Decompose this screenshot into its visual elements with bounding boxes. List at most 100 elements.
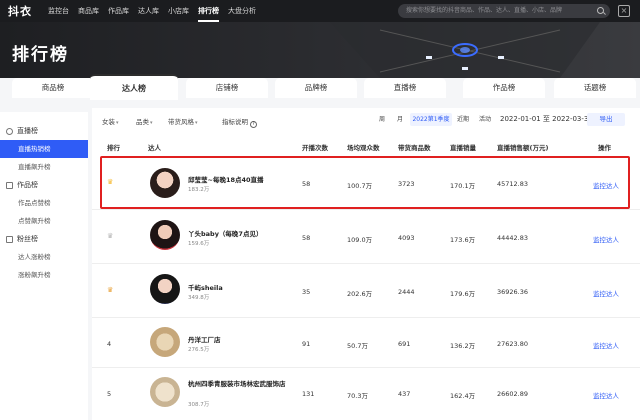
- rank-number: 5: [107, 390, 112, 398]
- sidebar-item-live-rising[interactable]: 直播飙升榜: [0, 158, 88, 176]
- products-cell: 437: [398, 390, 411, 398]
- sales-cell: 179.6万: [450, 290, 476, 298]
- sidebar-group-fans[interactable]: 粉丝榜: [0, 230, 88, 248]
- main-panel: 女装▾ 品类▾ 带货风格▾ 指标说明? 周 月 2022第1季度 近期 活动 2…: [92, 108, 640, 420]
- products-cell: 691: [398, 340, 411, 348]
- date-range[interactable]: 2022-01-01 至 2022-03-31: [500, 113, 593, 126]
- tab-brands[interactable]: 品牌榜: [275, 78, 357, 98]
- top-bar: 抖衣 监控台 商品库 作品库 达人库 小店库 排行榜 大盘分析 搜索你想要找的抖…: [0, 0, 640, 22]
- avatar[interactable]: [150, 327, 180, 357]
- nav-item-rankings[interactable]: 排行榜: [198, 0, 219, 22]
- hero-banner: 排行榜: [0, 22, 640, 78]
- search-icon[interactable]: [597, 7, 604, 14]
- style-value: 带货风格: [168, 118, 194, 126]
- streams-cell: 58: [302, 234, 311, 242]
- tab-topics[interactable]: 话题榜: [554, 78, 636, 98]
- main-nav: 监控台 商品库 作品库 达人库 小店库 排行榜 大盘分析: [48, 0, 265, 22]
- avatar[interactable]: [150, 220, 180, 250]
- revenue-cell: 44442.83: [497, 234, 529, 242]
- avg-viewers-cell: 50.7万: [347, 342, 368, 350]
- avatar[interactable]: [150, 274, 180, 304]
- nav-item-monitor[interactable]: 监控台: [48, 0, 69, 22]
- period-activity[interactable]: 活动: [476, 113, 494, 126]
- tab-influencers[interactable]: 达人榜: [90, 74, 178, 100]
- nav-item-market[interactable]: 大盘分析: [228, 0, 256, 22]
- app-logo[interactable]: 抖衣: [8, 3, 48, 19]
- category-select[interactable]: 女装▾: [102, 116, 119, 126]
- nav-item-shops[interactable]: 小店库: [168, 0, 189, 22]
- sidebar-item-live-hot-sales[interactable]: 直播热销榜: [0, 140, 88, 158]
- header-revenue: 直播销售额(万元): [497, 144, 549, 152]
- user-icon: [6, 235, 13, 243]
- tab-live[interactable]: 直播榜: [364, 78, 446, 98]
- header-influencer: 达人: [148, 144, 161, 152]
- revenue-cell: 26602.89: [497, 390, 529, 398]
- chevron-down-icon: ▾: [150, 120, 153, 126]
- subcategory-value: 品类: [136, 118, 149, 126]
- highlight-box: [100, 156, 630, 209]
- bronze-crown-icon: ♛: [107, 286, 114, 294]
- subcategory-select[interactable]: 品类▾: [136, 116, 153, 126]
- nav-item-products[interactable]: 商品库: [78, 0, 99, 22]
- header-action: 操作: [598, 144, 611, 152]
- monitor-button[interactable]: 监控达人: [593, 234, 619, 244]
- period-month[interactable]: 月: [393, 113, 407, 126]
- tab-shops[interactable]: 店铺榜: [186, 78, 268, 98]
- sales-cell: 162.4万: [450, 392, 476, 400]
- monitor-button[interactable]: 监控达人: [593, 288, 619, 298]
- sales-cell: 173.6万: [450, 236, 476, 244]
- hero-decoration-icon: [330, 22, 600, 78]
- period-recent[interactable]: 近期: [454, 113, 472, 126]
- fans-count: 159.6万: [188, 241, 210, 247]
- video-icon: [6, 181, 13, 189]
- avatar[interactable]: [150, 377, 180, 407]
- sidebar-item-fans-rising[interactable]: 涨粉飙升榜: [0, 266, 88, 284]
- influencer-name[interactable]: 丫头baby（每晚7点见）: [188, 228, 262, 238]
- sidebar: 直播榜 直播热销榜 直播飙升榜 作品榜 作品点赞榜 点赞飙升榜 粉丝榜 达人涨粉…: [0, 112, 88, 420]
- monitor-button[interactable]: 监控达人: [593, 390, 619, 400]
- streams-cell: 131: [302, 390, 315, 398]
- revenue-cell: 27623.80: [497, 340, 529, 348]
- nav-item-influencers[interactable]: 达人库: [138, 0, 159, 22]
- nav-item-works[interactable]: 作品库: [108, 0, 129, 22]
- sidebar-item-fans-growth[interactable]: 达人涨粉榜: [0, 248, 88, 266]
- avg-viewers-cell: 109.0万: [347, 236, 373, 244]
- sidebar-item-works-likes[interactable]: 作品点赞榜: [0, 194, 88, 212]
- period-quarter[interactable]: 2022第1季度: [410, 113, 452, 126]
- search-input[interactable]: 搜索你想要找的抖音商品、作品、达人、直播、小店、品牌: [398, 4, 610, 18]
- period-week[interactable]: 周: [375, 113, 389, 126]
- sidebar-group-label: 直播榜: [17, 127, 38, 135]
- ranking-tabs: 商品榜 达人榜 店铺榜 品牌榜 直播榜 作品榜 话题榜: [0, 74, 640, 100]
- header-avg-viewers: 场均观众数: [347, 144, 380, 152]
- fans-count: 308.7万: [188, 402, 210, 408]
- style-select[interactable]: 带货风格▾: [168, 116, 198, 126]
- table-header: 排行 达人 开播次数 场均观众数 带货商品数 直播销量 直播销售额(万元) 操作: [92, 138, 640, 156]
- table-row: 4 丹洋工厂店 276.5万 91 50.7万 691 136.2万 27623…: [92, 318, 640, 368]
- influencer-name[interactable]: 丹洋工厂店: [188, 334, 221, 344]
- header-products: 带货商品数: [398, 144, 431, 152]
- sidebar-group-works[interactable]: 作品榜: [0, 176, 88, 194]
- metric-help-link[interactable]: 指标说明?: [222, 116, 257, 128]
- tab-works[interactable]: 作品榜: [463, 78, 545, 98]
- chevron-down-icon: ▾: [116, 120, 119, 126]
- table-row: ♛ 丫头baby（每晚7点见） 159.6万 58 109.0万 4093 17…: [92, 210, 640, 264]
- monitor-button[interactable]: 监控达人: [593, 340, 619, 350]
- close-icon[interactable]: ×: [618, 5, 630, 17]
- search-placeholder: 搜索你想要找的抖音商品、作品、达人、直播、小店、品牌: [406, 7, 563, 14]
- influencer-name[interactable]: 千屿sheila: [188, 282, 223, 292]
- rank-number: 4: [107, 340, 112, 348]
- silver-crown-icon: ♛: [107, 232, 114, 240]
- filter-bar: 女装▾ 品类▾ 带货风格▾ 指标说明? 周 月 2022第1季度 近期 活动 2…: [92, 108, 640, 132]
- sidebar-group-live[interactable]: 直播榜: [0, 122, 88, 140]
- fans-count: 276.5万: [188, 347, 210, 353]
- products-cell: 4093: [398, 234, 415, 242]
- avg-viewers-cell: 70.3万: [347, 392, 368, 400]
- help-icon: ?: [250, 121, 257, 128]
- sidebar-item-likes-rising[interactable]: 点赞飙升榜: [0, 212, 88, 230]
- header-sales: 直播销量: [450, 144, 476, 152]
- export-button[interactable]: 导出: [587, 113, 625, 126]
- influencer-name[interactable]: 杭州四季青服装市场林宏武服饰店: [188, 380, 288, 389]
- revenue-cell: 36926.36: [497, 288, 529, 296]
- table-row: 5 杭州四季青服装市场林宏武服饰店 308.7万 131 70.3万 437 1…: [92, 368, 640, 420]
- tab-products[interactable]: 商品榜: [12, 78, 94, 98]
